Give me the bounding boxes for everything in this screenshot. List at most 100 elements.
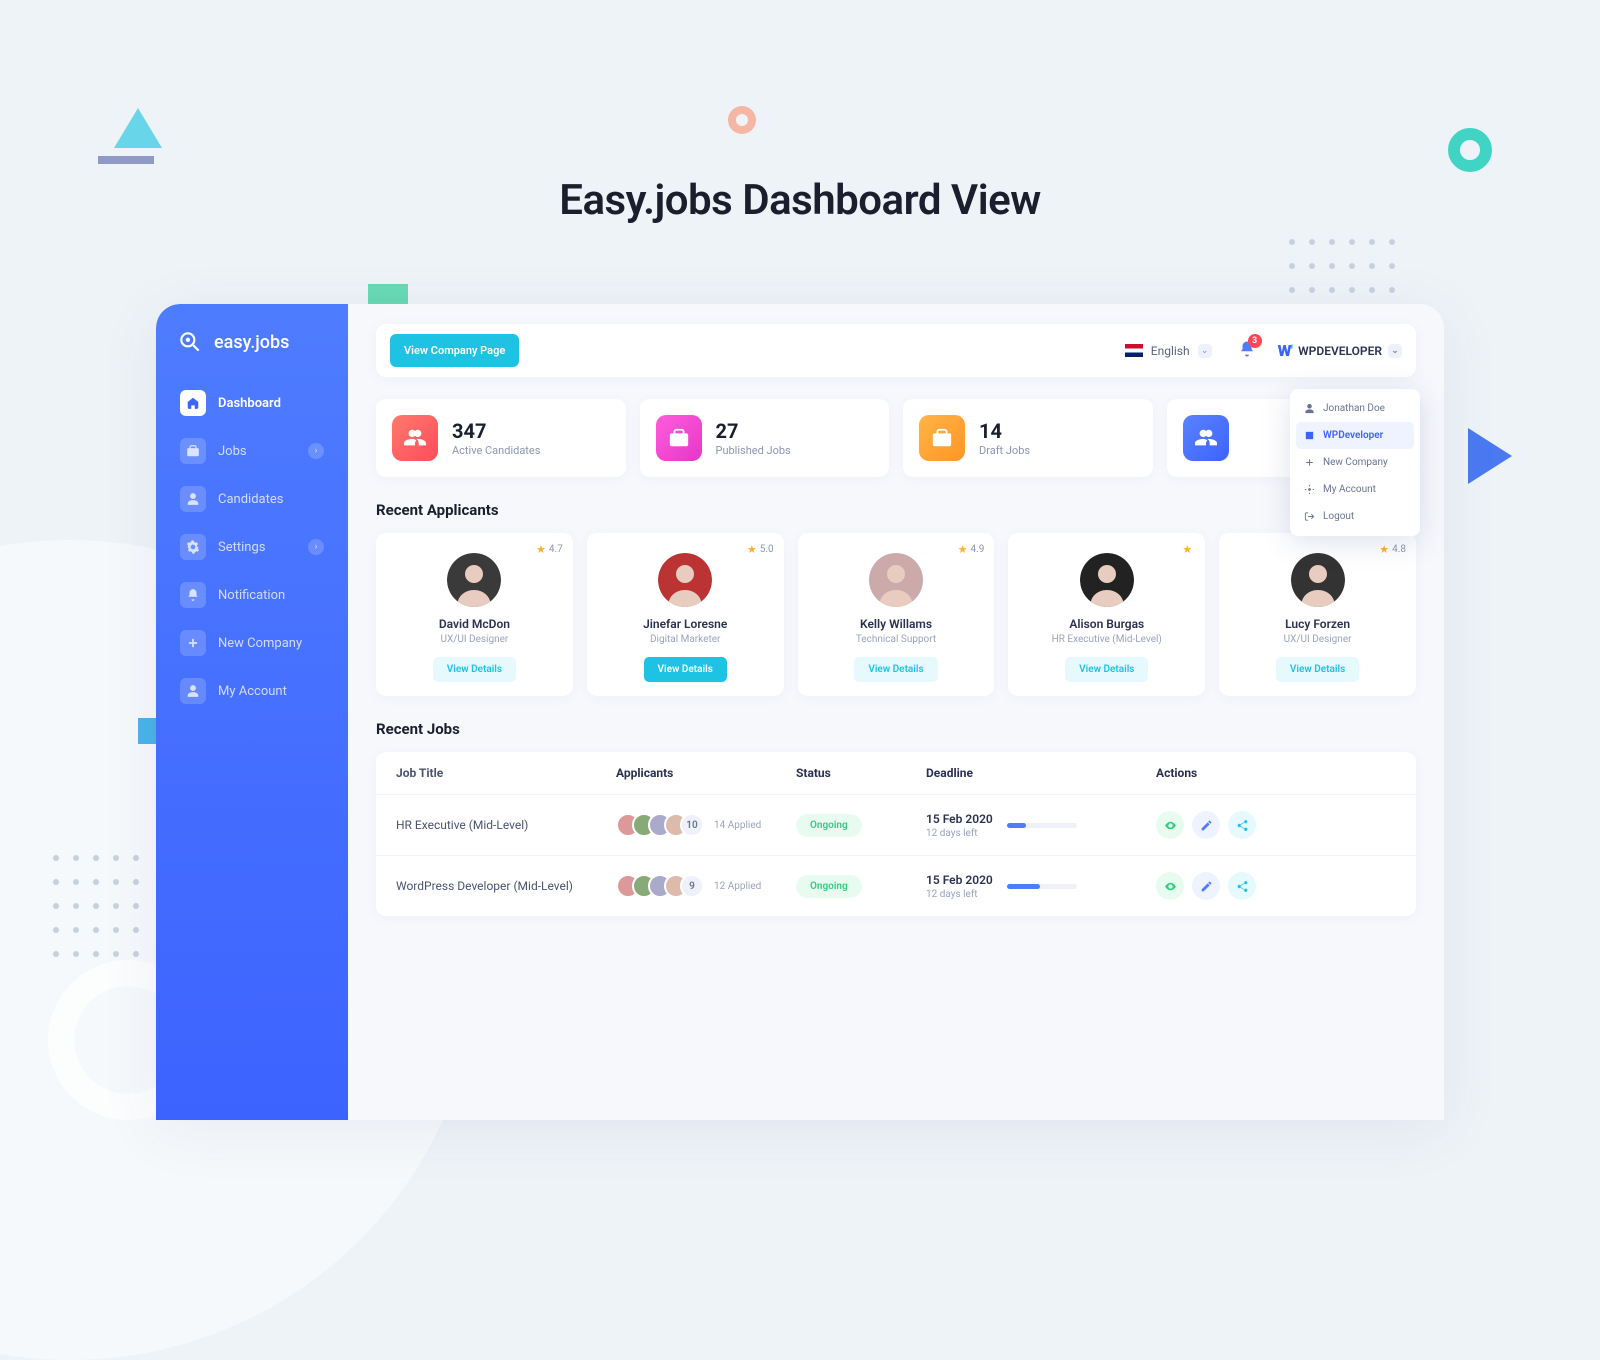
applicant-role: UX/UI Designer (390, 634, 559, 645)
share-action[interactable] (1228, 811, 1256, 839)
language-label: English (1151, 344, 1190, 358)
view-details-button[interactable]: View Details (644, 657, 727, 682)
view-action[interactable] (1156, 872, 1184, 900)
topbar: View Company Page English ⌄ 3 W' WPDEVEL… (376, 324, 1416, 377)
brand-icon (176, 328, 204, 356)
jobs-table: Job Title Applicants Status Deadline Act… (376, 752, 1416, 916)
brand-logo: easy.jobs (170, 328, 334, 380)
nav-icon (180, 678, 206, 704)
view-details-button[interactable]: View Details (433, 657, 516, 682)
nav-label: Notification (218, 588, 285, 603)
deadline-left: 12 days left (926, 828, 993, 839)
decoration (46, 848, 146, 968)
sidebar-item-notification[interactable]: Notification (170, 572, 334, 618)
stat-icon (1183, 415, 1229, 461)
dropdown-item[interactable]: Logout (1296, 503, 1414, 530)
dropdown-item[interactable]: WPDeveloper (1296, 422, 1414, 449)
rating: ★ (1182, 543, 1195, 556)
applicant-card: ★5.0 Jinefar Loresne Digital Marketer Vi… (587, 533, 784, 696)
chevron-down-icon: ⌄ (1388, 344, 1402, 358)
applicant-role: HR Executive (Mid-Level) (1022, 634, 1191, 645)
stat-icon (656, 415, 702, 461)
avatar (1080, 553, 1134, 607)
brand-text: easy.jobs (214, 332, 289, 353)
header-title: Job Title (396, 766, 616, 780)
applicant-card: ★ Alison Burgas HR Executive (Mid-Level)… (1008, 533, 1205, 696)
applicant-name: David McDon (390, 617, 559, 631)
header-deadline: Deadline (926, 766, 1156, 780)
view-details-button[interactable]: View Details (1276, 657, 1359, 682)
header-status: Status (796, 766, 926, 780)
job-title: WordPress Developer (Mid-Level) (396, 879, 616, 893)
stat-value: 14 (979, 420, 1030, 442)
table-row: HR Executive (Mid-Level) 10 14 Applied O… (376, 794, 1416, 855)
view-company-button[interactable]: View Company Page (390, 334, 519, 367)
applicant-name: Lucy Forzen (1233, 617, 1402, 631)
edit-action[interactable] (1192, 872, 1220, 900)
view-details-button[interactable]: View Details (1065, 657, 1148, 682)
stat-card: 27 Published Jobs (640, 399, 890, 477)
avatar (658, 553, 712, 607)
applicant-avatars: 9 (616, 874, 704, 898)
star-icon: ★ (536, 543, 546, 556)
progress-bar (1007, 884, 1077, 889)
app-frame: easy.jobs Dashboard Jobs › Candidates Se… (156, 304, 1444, 1120)
header-actions: Actions (1156, 766, 1396, 780)
dropdown-item[interactable]: My Account (1296, 476, 1414, 503)
dropdown-item[interactable]: New Company (1296, 449, 1414, 476)
applicant-count: 9 (680, 874, 704, 898)
nav-label: New Company (218, 636, 302, 651)
applicant-name: Alison Burgas (1022, 617, 1191, 631)
applied-count: 14 Applied (714, 820, 761, 831)
nav-icon (180, 486, 206, 512)
decoration (1448, 128, 1492, 172)
rating: ★4.9 (958, 543, 985, 556)
applicant-role: Technical Support (812, 634, 981, 645)
company-logo-icon: W' (1278, 341, 1293, 360)
sidebar-item-jobs[interactable]: Jobs › (170, 428, 334, 474)
star-icon: ★ (1182, 543, 1192, 556)
applicant-card: ★4.7 David McDon UX/UI Designer View Det… (376, 533, 573, 696)
language-selector[interactable]: English ⌄ (1117, 338, 1220, 364)
status-badge: Ongoing (796, 875, 862, 898)
stat-label: Active Candidates (452, 444, 540, 457)
rating: ★4.7 (536, 543, 563, 556)
company-dropdown-menu: Jonathan Doe WPDeveloper New Company My … (1290, 389, 1420, 536)
nav-icon (180, 534, 206, 560)
nav-icon (180, 630, 206, 656)
star-icon: ★ (747, 543, 757, 556)
recent-applicants-title: Recent Applicants (376, 501, 1416, 519)
stat-icon (392, 415, 438, 461)
sidebar-item-candidates[interactable]: Candidates (170, 476, 334, 522)
share-action[interactable] (1228, 872, 1256, 900)
sidebar-item-my-account[interactable]: My Account (170, 668, 334, 714)
company-dropdown[interactable]: W' WPDEVELOPER ⌄ (1278, 341, 1402, 360)
recent-jobs-title: Recent Jobs (376, 720, 1416, 738)
applicant-card: ★4.9 Kelly Willams Technical Support Vie… (798, 533, 995, 696)
deadline-date: 15 Feb 2020 (926, 873, 993, 887)
notification-badge: 3 (1248, 334, 1262, 348)
rating: ★4.8 (1379, 543, 1406, 556)
sidebar-item-dashboard[interactable]: Dashboard (170, 380, 334, 426)
view-action[interactable] (1156, 811, 1184, 839)
deadline-date: 15 Feb 2020 (926, 812, 993, 826)
view-details-button[interactable]: View Details (854, 657, 937, 682)
notifications-button[interactable]: 3 (1238, 340, 1256, 362)
applicant-role: Digital Marketer (601, 634, 770, 645)
avatar (447, 553, 501, 607)
avatar (1291, 553, 1345, 607)
dropdown-item[interactable]: Jonathan Doe (1296, 395, 1414, 422)
edit-action[interactable] (1192, 811, 1220, 839)
sidebar-item-settings[interactable]: Settings › (170, 524, 334, 570)
sidebar-item-new-company[interactable]: New Company (170, 620, 334, 666)
sidebar: easy.jobs Dashboard Jobs › Candidates Se… (156, 304, 348, 1120)
star-icon: ★ (1379, 543, 1389, 556)
stat-card: 347 Active Candidates (376, 399, 626, 477)
nav-label: Settings (218, 540, 265, 555)
nav-label: Jobs (218, 444, 247, 459)
header-applicants: Applicants (616, 766, 796, 780)
nav-icon (180, 582, 206, 608)
nav-icon (180, 390, 206, 416)
decoration (728, 106, 756, 134)
decoration (1468, 428, 1512, 484)
